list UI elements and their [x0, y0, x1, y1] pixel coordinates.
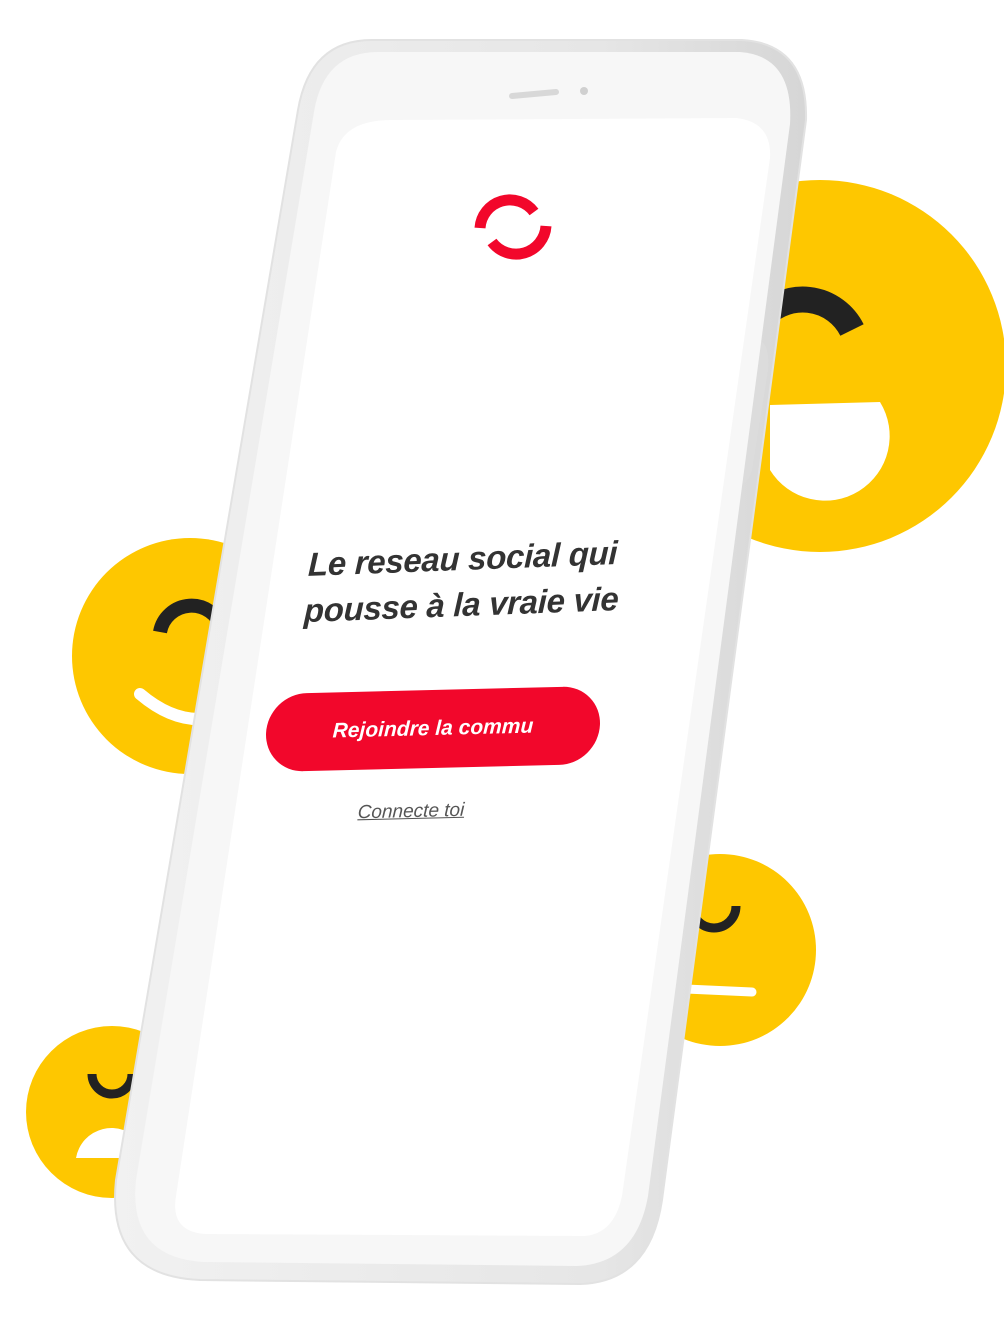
- phone-screen: [175, 118, 771, 1236]
- join-community-button[interactable]: Rejoindre la commu: [264, 685, 602, 773]
- front-camera: [580, 87, 588, 95]
- login-link[interactable]: Connecte toi: [356, 800, 467, 825]
- speaker-grille: [509, 89, 559, 99]
- phone-mockup: [114, 39, 808, 1286]
- promo-scene: Le reseau social qui pousse à la vraie v…: [0, 0, 1004, 1342]
